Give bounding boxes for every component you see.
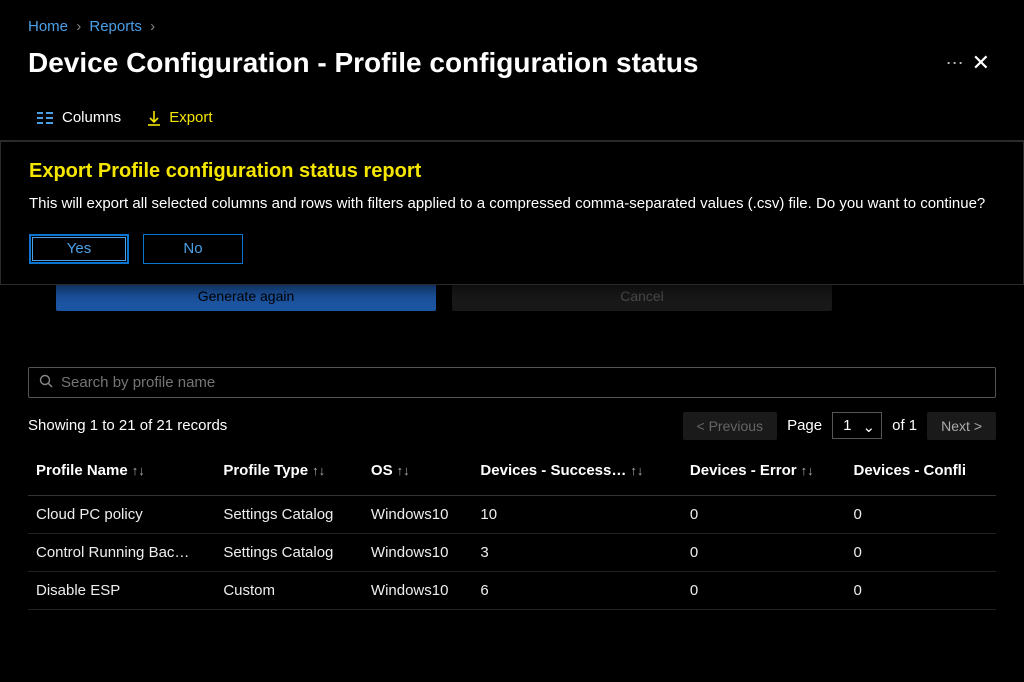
cell-error: 0	[682, 533, 846, 571]
dialog-title: Export Profile configuration status repo…	[29, 160, 995, 183]
cell-success: 6	[472, 571, 681, 609]
chevron-right-icon: ›	[150, 18, 155, 35]
table-row[interactable]: Disable ESP Custom Windows10 6 0 0	[28, 571, 996, 609]
cell-success: 10	[472, 495, 681, 533]
cell-type: Custom	[215, 571, 363, 609]
cell-os: Windows10	[363, 495, 473, 533]
export-label: Export	[169, 109, 212, 126]
sort-icon: ↑↓	[397, 463, 410, 478]
page-current: 1	[843, 417, 851, 434]
page-label: Page	[787, 417, 822, 434]
cell-type: Settings Catalog	[215, 533, 363, 571]
sort-icon: ↑↓	[801, 463, 814, 478]
toolbar: Columns Export	[0, 103, 1024, 141]
page-title: Device Configuration - Profile configura…	[28, 47, 932, 79]
cell-conflict: 0	[845, 571, 996, 609]
cell-os: Windows10	[363, 571, 473, 609]
breadcrumb-home[interactable]: Home	[28, 18, 68, 35]
export-dialog: Export Profile configuration status repo…	[0, 141, 1024, 285]
col-os[interactable]: OS↑↓	[363, 450, 473, 496]
cancel-button[interactable]: Cancel	[452, 281, 832, 311]
results-table: Profile Name↑↓ Profile Type↑↓ OS↑↓ Devic…	[28, 450, 996, 610]
yes-button[interactable]: Yes	[29, 234, 129, 264]
close-icon[interactable]: ✕	[966, 50, 996, 76]
cell-conflict: 0	[845, 495, 996, 533]
chevron-right-icon: ›	[76, 18, 81, 35]
dialog-body: This will export all selected columns an…	[29, 193, 995, 216]
col-profile-name[interactable]: Profile Name↑↓	[28, 450, 215, 496]
cell-type: Settings Catalog	[215, 495, 363, 533]
breadcrumb: Home › Reports ›	[0, 0, 1024, 43]
cell-name: Cloud PC policy	[28, 495, 215, 533]
no-button[interactable]: No	[143, 234, 243, 264]
col-conflict[interactable]: Devices - Confli	[845, 450, 996, 496]
table-row[interactable]: Cloud PC policy Settings Catalog Windows…	[28, 495, 996, 533]
page-of-label: of 1	[892, 417, 917, 434]
record-count-label: Showing 1 to 21 of 21 records	[28, 417, 227, 434]
search-box[interactable]	[28, 367, 996, 398]
cell-error: 0	[682, 495, 846, 533]
table-row[interactable]: Control Running Bac… Settings Catalog Wi…	[28, 533, 996, 571]
cell-name: Disable ESP	[28, 571, 215, 609]
cell-error: 0	[682, 571, 846, 609]
sort-icon: ↑↓	[132, 463, 145, 478]
sort-icon: ↑↓	[630, 463, 643, 478]
sort-icon: ↑↓	[312, 463, 325, 478]
cell-name: Control Running Bac…	[28, 533, 215, 571]
col-error[interactable]: Devices - Error↑↓	[682, 450, 846, 496]
next-button[interactable]: Next >	[927, 412, 996, 440]
breadcrumb-reports[interactable]: Reports	[89, 18, 142, 35]
export-button[interactable]: Export	[147, 109, 212, 126]
chevron-down-icon: ⌄	[863, 418, 876, 436]
previous-button[interactable]: < Previous	[683, 412, 778, 440]
generate-again-button[interactable]: Generate again	[56, 281, 436, 311]
more-icon[interactable]: ⋯	[946, 53, 966, 74]
cell-os: Windows10	[363, 533, 473, 571]
col-profile-type[interactable]: Profile Type↑↓	[215, 450, 363, 496]
columns-label: Columns	[62, 109, 121, 126]
cell-conflict: 0	[845, 533, 996, 571]
cell-success: 3	[472, 533, 681, 571]
columns-button[interactable]: Columns	[36, 109, 121, 126]
download-icon	[147, 110, 161, 126]
page-select[interactable]: 1 ⌄	[832, 412, 882, 439]
search-input[interactable]	[61, 374, 985, 391]
col-success[interactable]: Devices - Success…↑↓	[472, 450, 681, 496]
background-actions: Generate again Cancel	[56, 281, 996, 311]
search-icon	[39, 374, 53, 391]
page-header: Device Configuration - Profile configura…	[0, 43, 1024, 103]
columns-icon	[36, 111, 54, 125]
